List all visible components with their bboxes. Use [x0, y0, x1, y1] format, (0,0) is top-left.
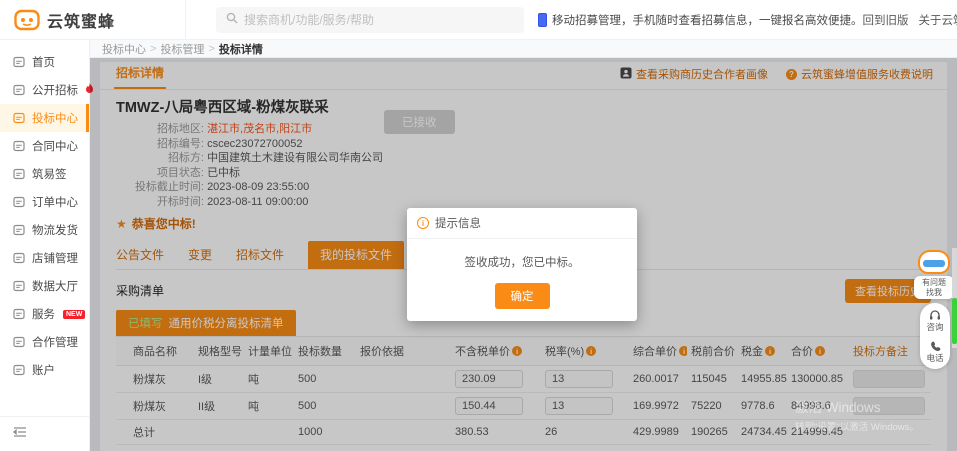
info-circle-icon: i — [417, 217, 429, 229]
consult-button[interactable]: 咨询 — [920, 310, 950, 332]
modal-message: 签收成功，您已中标。 — [464, 257, 580, 269]
bee-mascot-icon — [918, 250, 950, 274]
search-icon — [226, 12, 238, 27]
sidebar-item-label: 账户 — [32, 365, 55, 377]
collapse-menu-icon[interactable] — [12, 427, 27, 441]
breadcrumb-item[interactable]: 投标管理 — [160, 41, 204, 57]
contact-widget: 咨询 电话 — [920, 303, 950, 369]
data-hall-icon — [13, 280, 25, 292]
sidebar-item-label: 订单中心 — [32, 197, 78, 209]
mobile-promo-banner: 移动招募管理，手机随时查看招募信息，一键报名高效便捷。 — [538, 12, 863, 28]
sidebar-item-label: 首页 — [32, 57, 55, 69]
helper-label-line1: 有问题 — [922, 278, 946, 287]
helper-mascot-widget[interactable]: 有问题 找我 — [914, 250, 954, 299]
sidebar-item-label: 数据大厅 — [32, 281, 78, 293]
top-header: 云筑蜜蜂 搜索商机/功能/服务/帮助 移动招募管理，手机随时查看招募信息，一键报… — [0, 0, 957, 40]
sidebar-item-label: 店铺管理 — [32, 253, 78, 265]
mobile-phone-icon — [538, 12, 548, 27]
breadcrumb-separator: > — [150, 42, 157, 55]
sidebar-item-logistics[interactable]: 物流发货 — [0, 216, 89, 244]
breadcrumb-item[interactable]: 投标详情 — [219, 41, 263, 57]
header-actions: 回到旧版 关于云筑 下载app 移动投标 ⇄ 云筑蜜蜂工作台 ?帮助反馈会话消息… — [863, 0, 957, 47]
sidebar-item-order-center[interactable]: 订单中心 — [0, 188, 89, 216]
sidebar-item-bid-center[interactable]: 投标中心 — [0, 104, 89, 132]
scrollbar-thumb[interactable] — [952, 298, 957, 344]
cooperation-icon — [13, 336, 25, 348]
helper-label: 有问题 找我 — [914, 276, 954, 299]
sidebar-item-account[interactable]: 账户 — [0, 356, 89, 384]
service-icon — [13, 308, 25, 320]
sidebar-item-contract-center[interactable]: 合同中心 — [0, 132, 89, 160]
confirm-button[interactable]: 确定 — [494, 283, 550, 309]
sidebar-item-label: 合同中心 — [32, 141, 78, 153]
sidebar-item-data-hall[interactable]: 数据大厅 — [0, 272, 89, 300]
sidebar-item-shop-manage[interactable]: 店铺管理 — [0, 244, 89, 272]
old-version-link[interactable]: 回到旧版 — [863, 12, 909, 28]
header-divider — [185, 0, 187, 40]
home-icon — [13, 56, 25, 68]
sidebar-item-label: 公开招标 — [32, 85, 78, 97]
sign-icon — [13, 168, 25, 180]
sidebar-item-public-bidding[interactable]: 公开招标 — [0, 76, 93, 104]
sidebar: 首页公开招标投标中心合同中心筑易签订单中心物流发货店铺管理数据大厅服务 NEW 合作… — [0, 40, 93, 451]
app-title: 云筑蜜蜂 — [47, 13, 116, 31]
order-icon — [13, 196, 25, 208]
sidebar-item-easy-sign[interactable]: 筑易签 — [0, 160, 89, 188]
phone-button[interactable]: 电话 — [920, 341, 950, 363]
sidebar-item-service[interactable]: 服务 NEW — [0, 300, 89, 328]
sidebar-item-label: 物流发货 — [32, 225, 78, 237]
search-placeholder: 搜索商机/功能/服务/帮助 — [244, 13, 375, 27]
message-modal: i 提示信息 签收成功，您已中标。 确定 — [407, 208, 637, 321]
logistics-icon — [13, 224, 25, 236]
public-bidding-icon — [13, 84, 25, 96]
promo-text: 移动招募管理，手机随时查看招募信息，一键报名高效便捷。 — [552, 14, 863, 27]
modal-footer: 确定 — [407, 283, 637, 321]
sidebar-item-label: 投标中心 — [32, 113, 78, 125]
account-icon — [13, 364, 25, 376]
about-yunzhu-link[interactable]: 关于云筑 — [919, 12, 957, 28]
headset-icon — [930, 310, 940, 320]
page-content: 招标详情 查看采购商历史合作者画像 ? 云筑蜜蜂增值服务收费说明 TMWZ-八局… — [90, 58, 957, 451]
shop-icon — [13, 252, 25, 264]
new-badge: NEW — [63, 309, 86, 319]
sidebar-item-label: 筑易签 — [32, 169, 67, 181]
sidebar-item-label: 服务 — [32, 309, 55, 321]
bid-center-icon — [13, 112, 25, 124]
breadcrumb-separator: > — [208, 42, 215, 55]
modal-title: 提示信息 — [435, 218, 481, 230]
yunzhu-bee-logo-icon — [14, 7, 40, 33]
phone-icon — [930, 341, 940, 352]
sidebar-item-label: 合作管理 — [32, 337, 78, 349]
breadcrumb-item[interactable]: 投标中心 — [102, 41, 146, 57]
breadcrumb: 投标中心 > 投标管理 > 投标详情 — [90, 40, 957, 58]
modal-header: i 提示信息 — [407, 208, 637, 239]
sidebar-item-cooperation[interactable]: 合作管理 — [0, 328, 89, 356]
sidebar-footer — [0, 416, 89, 451]
search-input[interactable]: 搜索商机/功能/服务/帮助 — [216, 6, 525, 33]
consult-label: 咨询 — [926, 322, 944, 332]
phone-label: 电话 — [926, 353, 944, 363]
sidebar-item-home[interactable]: 首页 — [0, 48, 89, 76]
helper-label-line2: 找我 — [926, 287, 942, 297]
contract-icon — [13, 140, 25, 152]
